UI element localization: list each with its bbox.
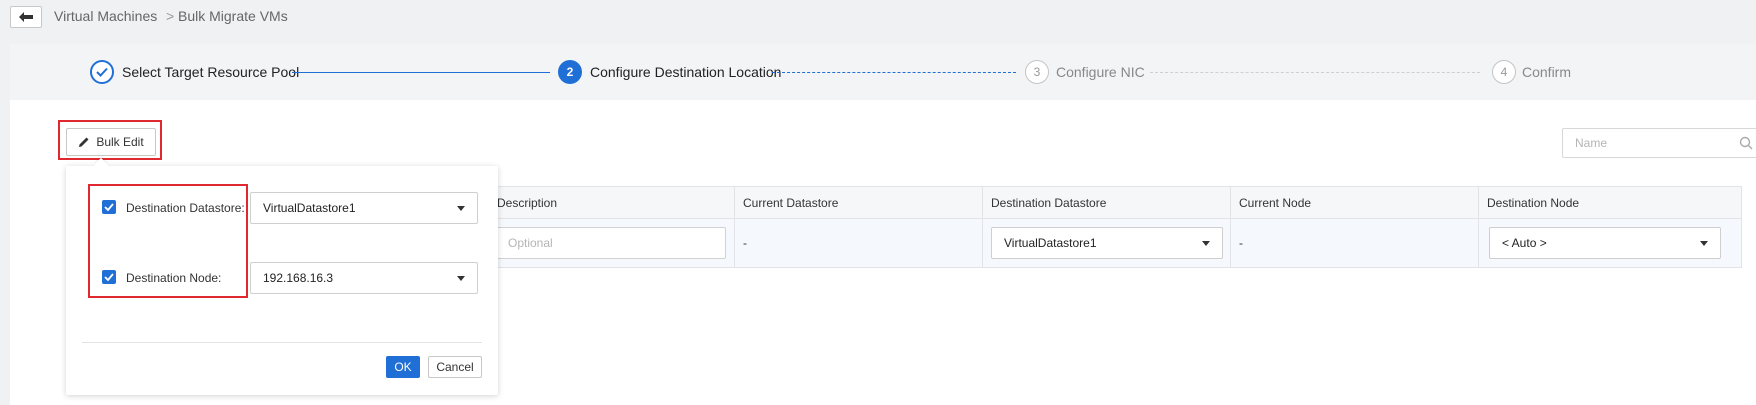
- step-connector-3: [1150, 72, 1480, 73]
- search-box: [1562, 128, 1756, 158]
- step-2-number: 2: [558, 60, 582, 84]
- step-connector-1: [292, 72, 550, 73]
- col-description: Description: [497, 195, 558, 210]
- cell-current-datastore: -: [734, 219, 982, 267]
- step-1-check-icon: [90, 60, 114, 84]
- cell-description: Optional: [489, 219, 734, 267]
- cell-destination-node: < Auto >: [1478, 219, 1743, 267]
- cell-destination-datastore: VirtualDatastore1: [982, 219, 1230, 267]
- caret-down-icon: [1700, 241, 1708, 246]
- datastore-checkbox[interactable]: [102, 200, 116, 214]
- step-3-number: 3: [1025, 60, 1049, 84]
- breadcrumb-current: Bulk Migrate VMs: [178, 8, 288, 24]
- top-bar: Virtual Machines > Bulk Migrate VMs: [0, 0, 1756, 36]
- bulk-datastore-select[interactable]: VirtualDatastore1: [250, 192, 478, 224]
- vm-table: Description Current Datastore Destinatio…: [488, 186, 1742, 268]
- description-input[interactable]: Optional: [495, 227, 726, 259]
- cancel-button[interactable]: Cancel: [428, 356, 482, 378]
- search-input[interactable]: [1563, 129, 1723, 157]
- arrow-left-icon: [19, 12, 33, 22]
- caret-down-icon: [457, 206, 465, 211]
- node-field-label: Destination Node:: [126, 271, 222, 285]
- bulk-edit-button[interactable]: Bulk Edit: [66, 128, 156, 156]
- back-button[interactable]: [10, 6, 42, 28]
- step-2-label: Configure Destination Location: [590, 64, 782, 80]
- destination-datastore-select[interactable]: VirtualDatastore1: [991, 227, 1223, 259]
- bulk-datastore-value: VirtualDatastore1: [263, 201, 356, 215]
- breadcrumb-separator: >: [166, 8, 175, 24]
- node-checkbox[interactable]: [102, 270, 116, 284]
- bulk-edit-label: Bulk Edit: [96, 135, 144, 149]
- checkmark-icon: [104, 273, 114, 281]
- col-destination-node: Destination Node: [1478, 187, 1743, 218]
- checkmark-icon: [104, 203, 114, 211]
- step-connector-2: [772, 72, 1016, 73]
- popover-divider: [82, 342, 482, 343]
- caret-down-icon: [457, 276, 465, 281]
- col-destination-datastore: Destination Datastore: [982, 187, 1230, 218]
- breadcrumb-parent-link[interactable]: Virtual Machines: [54, 8, 157, 24]
- step-4-number: 4: [1492, 60, 1516, 84]
- pencil-icon: [79, 137, 89, 147]
- step-3-label: Configure NIC: [1056, 64, 1145, 80]
- bulk-node-value: 192.168.16.3: [263, 271, 334, 285]
- destination-node-select[interactable]: < Auto >: [1489, 227, 1721, 259]
- cell-current-node: -: [1230, 219, 1478, 267]
- bulk-node-select[interactable]: 192.168.16.3: [250, 262, 478, 294]
- datastore-field-label: Destination Datastore:: [126, 201, 245, 215]
- table-header: Description Current Datastore Destinatio…: [489, 187, 1741, 219]
- table-row: Optional - VirtualDatastore1 - < Auto >: [489, 219, 1741, 267]
- step-1-label: Select Target Resource Pool: [122, 64, 300, 80]
- caret-down-icon: [1202, 241, 1210, 246]
- ok-button[interactable]: OK: [386, 356, 420, 378]
- step-4-label: Confirm: [1522, 64, 1572, 80]
- col-current-node: Current Node: [1230, 187, 1478, 218]
- search-icon: [1739, 136, 1753, 150]
- bulk-edit-popover: Destination Datastore: VirtualDatastore1…: [66, 157, 498, 395]
- col-current-datastore: Current Datastore: [734, 187, 982, 218]
- wizard-steps: Select Target Resource Pool 2 Configure …: [10, 44, 1756, 100]
- destination-node-value: < Auto >: [1502, 236, 1547, 250]
- destination-datastore-value: VirtualDatastore1: [1004, 236, 1097, 250]
